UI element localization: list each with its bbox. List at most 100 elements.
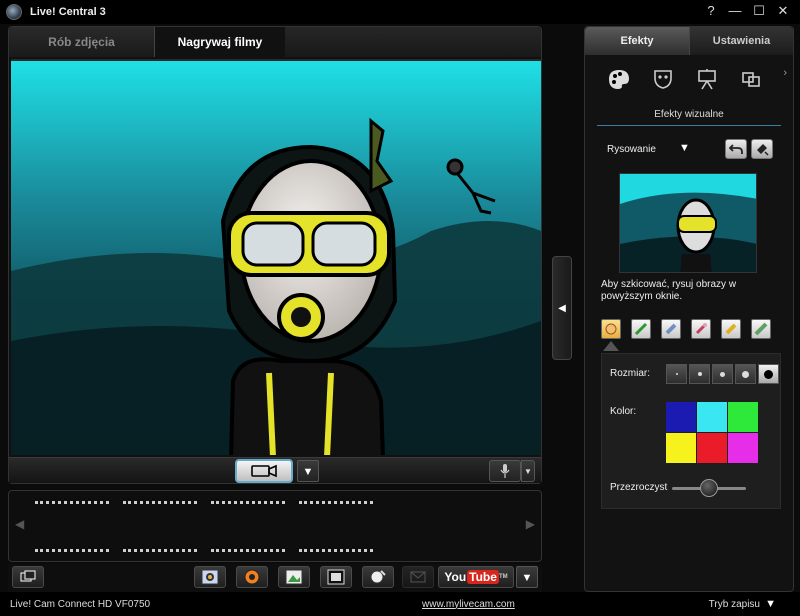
share-options-dropdown[interactable]: ▼ (516, 566, 538, 588)
microphone-button[interactable] (489, 460, 521, 482)
thumbnail-slot[interactable] (35, 549, 109, 553)
opacity-slider[interactable] (672, 479, 746, 497)
effect-preview-thumbnail (619, 173, 757, 273)
close-button[interactable]: ✕ (774, 2, 792, 20)
media-thumbnail-strip: ◀ ▶ (8, 490, 542, 562)
record-video-button[interactable] (235, 459, 293, 483)
size-label: Rozmiar: (610, 368, 651, 379)
microphone-dropdown[interactable]: ▼ (521, 460, 535, 482)
tab-settings[interactable]: Ustawienia (689, 27, 793, 55)
photo-edit-button[interactable] (278, 566, 310, 588)
strip-next-arrow[interactable]: ▶ (526, 517, 535, 531)
size-option-1[interactable] (666, 364, 687, 384)
drawing-mode-label[interactable]: Rysowanie (607, 144, 656, 155)
palette-icon[interactable] (605, 67, 633, 91)
webcam-drawing-image (11, 61, 541, 455)
easel-icon[interactable] (693, 67, 721, 91)
color-swatch[interactable] (697, 402, 727, 432)
green-pen-icon[interactable] (631, 319, 651, 339)
thumbnail-slot[interactable] (299, 549, 373, 553)
movie-maker-button[interactable] (320, 566, 352, 588)
device-name: Live! Cam Connect HD VF0750 (10, 598, 151, 610)
clear-drawing-button[interactable] (751, 139, 773, 159)
help-icon[interactable]: ? (702, 2, 720, 20)
email-button[interactable] (402, 566, 434, 588)
record-options-dropdown[interactable]: ▼ (297, 460, 319, 482)
section-title: Efekty wizualne (597, 109, 781, 126)
youtube-upload-button[interactable]: You Tube TM (438, 566, 514, 588)
thumbnail-slot[interactable] (211, 549, 285, 553)
save-mode-dropdown[interactable]: ▼ (765, 598, 776, 610)
cd-burn-icon (244, 569, 260, 585)
window-title: Live! Central 3 (30, 6, 106, 18)
yellow-brush-icon[interactable] (721, 319, 741, 339)
opacity-slider-thumb[interactable] (700, 479, 718, 497)
website-link[interactable]: www.mylivecam.com (422, 599, 515, 610)
burn-disc-button[interactable] (236, 566, 268, 588)
photo-edit-icon (285, 569, 303, 585)
mode-tabs: Rób zdjęcia Nagrywaj filmy (9, 27, 541, 57)
size-option-2[interactable] (689, 364, 710, 384)
right-panel-tabs: Efekty Ustawienia (585, 27, 793, 55)
thumbnail-row-top (35, 501, 373, 505)
video-toolbar: ▼ ▼ (9, 457, 541, 483)
maximize-button[interactable]: ☐ (750, 2, 768, 20)
preview-image (620, 174, 756, 272)
opacity-label: Przezroczyst (610, 482, 668, 493)
webcam-capture-icon (201, 569, 219, 585)
tab-record-video[interactable]: Nagrywaj filmy (155, 27, 285, 57)
tab-take-photos[interactable]: Rób zdjęcia (9, 27, 155, 57)
brush-selection-pointer (603, 341, 619, 351)
video-preview[interactable] (11, 59, 541, 455)
stamp-icon[interactable] (691, 319, 711, 339)
mask-icon[interactable] (649, 67, 677, 91)
effect-category-bar (605, 67, 765, 91)
collapse-panel-handle[interactable]: ◀ (552, 256, 572, 360)
eraser-icon[interactable] (661, 319, 681, 339)
size-option-3[interactable] (712, 364, 733, 384)
size-option-5[interactable] (758, 364, 779, 384)
thumbnail-row-bottom (35, 549, 373, 553)
bottom-toolbar: You Tube TM ▼ (8, 564, 542, 592)
app-icon (6, 4, 22, 20)
tab-bar-filler (285, 27, 541, 57)
thumbnail-slot[interactable] (299, 501, 373, 505)
video-effect-icon (370, 570, 386, 584)
ruler-icon[interactable] (751, 319, 771, 339)
face-brush-icon[interactable] (601, 319, 621, 339)
minimize-button[interactable]: — (726, 2, 744, 20)
color-swatch[interactable] (666, 402, 696, 432)
undo-icon (729, 144, 743, 154)
thumbnail-slot[interactable] (211, 501, 285, 505)
window-controls: ? — ☐ ✕ (702, 2, 792, 20)
color-swatch[interactable] (697, 433, 727, 463)
thumbnail-slot[interactable] (123, 549, 197, 553)
overlay-icon[interactable] (737, 67, 765, 91)
undo-button[interactable] (725, 139, 747, 159)
save-mode-label[interactable]: Tryb zapisu (709, 599, 760, 610)
video-effects-button[interactable] (362, 566, 394, 588)
size-selector (666, 364, 779, 384)
thumbnail-slot[interactable] (123, 501, 197, 505)
open-folder-button[interactable] (12, 566, 44, 588)
brush-options-panel: Rozmiar: Kolor: Przezroczyst (601, 353, 781, 509)
webcam-capture-button[interactable] (194, 566, 226, 588)
color-swatch[interactable] (666, 433, 696, 463)
film-strip-icon (327, 569, 345, 585)
drawing-mode-dropdown[interactable]: ▼ (679, 142, 690, 154)
video-camera-icon (251, 464, 277, 478)
size-option-4[interactable] (735, 364, 756, 384)
more-effects-arrow[interactable]: › (783, 67, 787, 79)
drawing-hint: Aby szkicować, rysuj obrazy w powyższym … (601, 279, 737, 302)
color-palette (666, 402, 758, 463)
thumbnail-slot[interactable] (35, 501, 109, 505)
strip-prev-arrow[interactable]: ◀ (15, 517, 24, 531)
tab-effects[interactable]: Efekty (585, 27, 689, 55)
eraser-clear-icon (757, 144, 769, 156)
color-label: Kolor: (610, 406, 637, 417)
color-swatch[interactable] (728, 433, 758, 463)
youtube-trademark: TM (498, 574, 508, 580)
youtube-logo-you: You (444, 570, 467, 584)
color-swatch[interactable] (728, 402, 758, 432)
email-icon (410, 571, 426, 583)
